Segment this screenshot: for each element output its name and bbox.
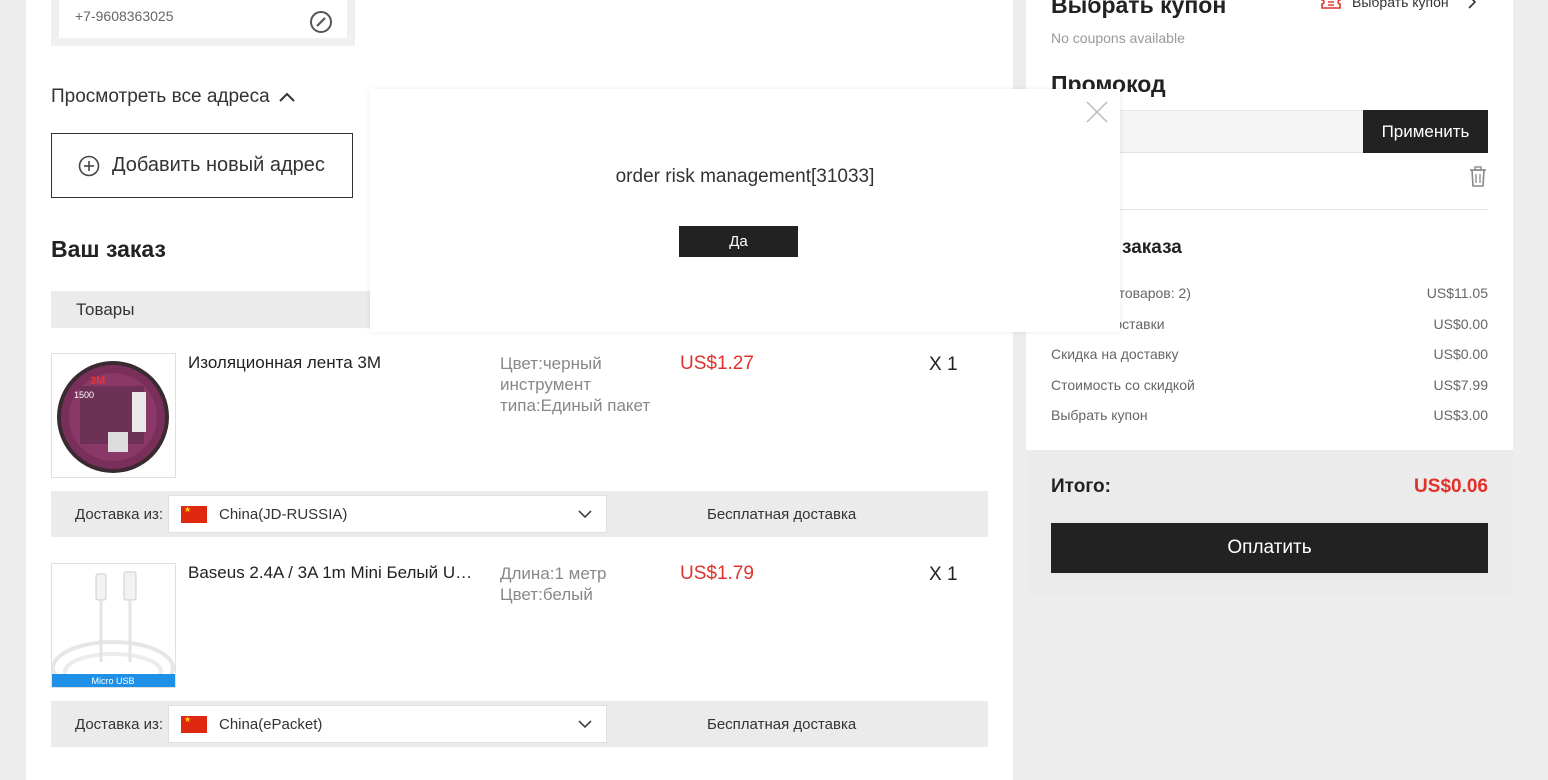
thumb-caption: Micro USB — [91, 676, 134, 686]
svg-text:3M: 3M — [90, 375, 105, 387]
shipping-origin-value: China(ePacket) — [219, 715, 323, 733]
china-flag-icon — [181, 505, 207, 523]
address-phone: +7-9608363025 — [75, 8, 174, 24]
product-name[interactable]: Baseus 2.4A / 3A 1m Mini Белый USB кабел… — [188, 563, 478, 583]
chevron-right-icon — [1468, 0, 1476, 9]
select-coupon-label: Выбрать купон — [1352, 0, 1449, 10]
close-icon[interactable] — [1086, 101, 1108, 123]
product-image[interactable]: Micro USB — [51, 563, 176, 688]
view-all-addresses-link[interactable]: Просмотреть все адреса — [51, 86, 296, 108]
shipping-bar: Доставка из: China(JD-RUSSIA) Бесплатная… — [51, 491, 988, 537]
product-attr: Длина:1 метр — [500, 564, 607, 583]
product-attr: типа:Единый пакет — [500, 396, 651, 415]
pay-button[interactable]: Оплатить — [1051, 523, 1488, 573]
ticket-icon — [1321, 0, 1341, 9]
summary-row: Скидка на доставку US$0.00 — [1051, 346, 1488, 362]
edit-icon[interactable] — [309, 10, 333, 34]
summary-row: Выбрать купон US$3.00 — [1051, 407, 1488, 423]
summary-row: Стоимость со скидкой US$7.99 — [1051, 377, 1488, 393]
modal-ok-button[interactable]: Да — [679, 226, 798, 257]
total-value: US$0.06 — [1414, 476, 1488, 497]
goods-header-label: Товары — [76, 299, 135, 319]
product-quantity: X 1 — [929, 564, 958, 585]
chevron-down-icon — [578, 720, 592, 729]
product-attr: Цвет:белый — [500, 585, 593, 604]
select-coupon-link[interactable]: Выбрать купон — [1320, 0, 1476, 10]
order-item: 3M 1500 Изоляционная лента 3M Цвет:черны… — [51, 353, 988, 478]
total-label: Итого: — [1051, 476, 1111, 497]
product-attributes: Цвет:черный инструмент типа:Единый пакет — [500, 353, 670, 416]
address-card[interactable]: +7-9608363025 — [51, 0, 355, 46]
usb-cable-image: Micro USB — [52, 564, 175, 687]
view-all-addresses-label: Просмотреть все адреса — [51, 86, 270, 107]
total-box: Итого: US$0.06 Оплатить — [1026, 450, 1513, 598]
product-name[interactable]: Изоляционная лента 3M — [188, 353, 478, 373]
summary-row-value: US$3.00 — [1433, 407, 1488, 423]
summary-row-label: Стоимость со скидкой — [1051, 377, 1195, 393]
shipping-origin-select[interactable]: China(JD-RUSSIA) — [168, 495, 607, 533]
order-item: Micro USB Baseus 2.4A / 3A 1m Mini Белый… — [51, 563, 988, 688]
summary-row-label: Скидка на доставку — [1051, 346, 1179, 362]
product-attr: инструмент — [500, 375, 592, 394]
product-attributes: Длина:1 метр Цвет:белый — [500, 563, 670, 605]
coupon-title: Выбрать купон — [1051, 0, 1227, 18]
summary-row-value: US$11.05 — [1426, 285, 1488, 301]
summary-row-value: US$7.99 — [1433, 377, 1488, 393]
add-new-address-label: Добавить новый адрес — [112, 154, 325, 176]
shipping-bar: Доставка из: China(ePacket) Бесплатная д… — [51, 701, 988, 747]
no-coupons-text: No coupons available — [1051, 30, 1185, 46]
product-attr: Цвет:черный — [500, 354, 602, 373]
chevron-down-icon — [578, 510, 592, 519]
summary-row-label: Выбрать купон — [1051, 407, 1148, 423]
order-title: Ваш заказ — [51, 236, 166, 262]
product-price: US$1.79 — [680, 563, 754, 584]
risk-modal: order risk management[31033] Да — [370, 89, 1120, 332]
chevron-up-icon — [278, 92, 295, 102]
shipping-method: Бесплатная доставка — [707, 715, 857, 733]
summary-title: заказа — [1122, 237, 1182, 258]
tape-roll-image: 3M 1500 — [52, 354, 175, 477]
china-flag-icon — [181, 715, 207, 733]
shipping-label: Доставка из: — [75, 715, 164, 733]
shipping-origin-value: China(JD-RUSSIA) — [219, 505, 348, 523]
address-card-inner: +7-9608363025 — [59, 0, 347, 38]
shipping-method: Бесплатная доставка — [707, 505, 857, 523]
summary-row-value: US$0.00 — [1433, 316, 1488, 332]
shipping-label: Доставка из: — [75, 505, 164, 523]
plus-circle-icon — [78, 155, 100, 176]
svg-text:1500: 1500 — [74, 390, 94, 400]
modal-message: order risk management[31033] — [615, 166, 875, 187]
product-price: US$1.27 — [680, 353, 754, 374]
summary-row-value: US$0.00 — [1433, 346, 1488, 362]
apply-promo-button[interactable]: Применить — [1363, 110, 1488, 153]
trash-icon[interactable] — [1469, 166, 1487, 187]
product-quantity: X 1 — [929, 354, 958, 375]
product-image[interactable]: 3M 1500 — [51, 353, 176, 478]
shipping-origin-select[interactable]: China(ePacket) — [168, 705, 607, 743]
add-new-address-button[interactable]: Добавить новый адрес — [51, 133, 353, 198]
